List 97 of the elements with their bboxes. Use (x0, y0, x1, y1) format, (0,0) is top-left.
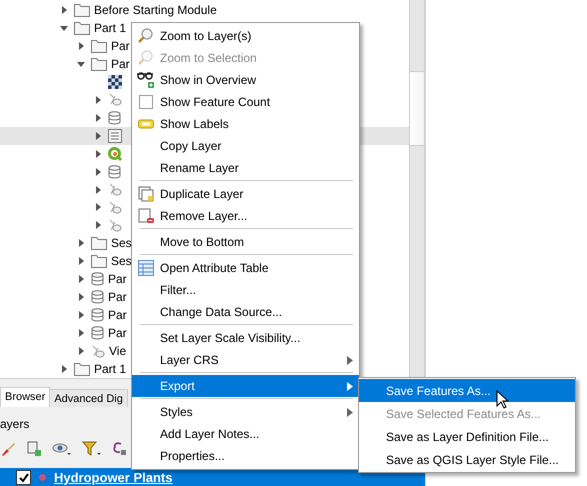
expand-arrow-icon[interactable] (77, 257, 85, 266)
database-icon (108, 164, 121, 179)
expand-arrow-icon[interactable] (77, 347, 85, 356)
layer-row[interactable]: Hydropower Plants (0, 468, 425, 486)
tree-item-label[interactable]: Par (111, 38, 130, 53)
expand-arrow-icon[interactable] (77, 42, 85, 50)
glasses-icon (137, 72, 155, 88)
submenu-arrow-icon (347, 356, 353, 364)
tree-item-label[interactable]: Par (111, 56, 130, 71)
tree-item-label[interactable]: Par (108, 272, 127, 286)
vector-icon (108, 182, 122, 197)
expand-arrow-icon[interactable] (94, 114, 102, 122)
menu-item[interactable]: Save as QGIS Layer Style File... (359, 448, 575, 471)
expand-arrow-icon[interactable] (94, 168, 102, 176)
menu-item[interactable]: Save as Layer Definition File... (359, 425, 575, 448)
menu-item[interactable]: Set Layer Scale Visibility... (132, 327, 359, 349)
database-icon (91, 290, 104, 304)
label-icon (138, 119, 154, 129)
mouse-cursor-icon (496, 390, 509, 409)
paintbrush-icon[interactable] (0, 441, 16, 457)
submenu-arrow-icon (347, 382, 353, 390)
expand-arrow-icon[interactable] (77, 239, 85, 248)
layer-name[interactable]: Hydropower Plants (54, 470, 172, 485)
table-icon (108, 128, 122, 143)
magnifier-icon (138, 50, 154, 66)
expand-arrow-icon[interactable] (77, 311, 85, 320)
tree-item-label[interactable]: Ses (111, 236, 132, 250)
filter-icon[interactable] (82, 441, 102, 457)
menu-item[interactable]: Change Data Source... (132, 301, 359, 323)
tree-item-label[interactable]: Ses (111, 254, 132, 268)
tree-item-label[interactable]: Par (108, 290, 127, 304)
panel-title: ayers (0, 417, 30, 431)
folder-icon (74, 20, 90, 35)
tree-item-label[interactable]: Vie (109, 344, 126, 358)
folder-icon (91, 56, 107, 71)
expand-arrow-icon[interactable] (94, 132, 102, 140)
database-icon (91, 308, 104, 322)
expand-arrow-icon[interactable] (94, 203, 102, 212)
menu-item[interactable]: Properties... (132, 445, 359, 467)
menu-item[interactable]: Layer CRS (132, 349, 359, 371)
expand-arrow-icon[interactable] (94, 150, 102, 158)
collapse-arrow-icon[interactable] (77, 60, 85, 68)
qgis-icon (108, 146, 122, 161)
expand-arrow-icon[interactable] (77, 293, 85, 302)
vector-icon (91, 344, 105, 359)
add-group-icon[interactable] (26, 441, 42, 457)
remove-layer-icon (138, 208, 154, 224)
menu-item[interactable]: Move to Bottom (132, 231, 359, 253)
dock-tab[interactable]: Advanced Dig (49, 389, 128, 407)
folder-icon (91, 38, 107, 53)
menu-item[interactable]: Duplicate Layer (132, 183, 359, 205)
menu-item[interactable]: Rename Layer (132, 157, 359, 179)
expand-arrow-icon[interactable] (60, 365, 68, 374)
database-icon (91, 272, 104, 286)
collapse-arrow-icon[interactable] (60, 24, 68, 32)
expand-arrow-icon[interactable] (94, 96, 102, 104)
menu-item[interactable]: Show Labels (132, 113, 359, 135)
tree-item-label[interactable]: Part 1 (94, 20, 126, 35)
menu-item[interactable]: Save Features As... (359, 379, 575, 402)
scrollbar[interactable] (409, 0, 425, 378)
database-icon (108, 110, 121, 125)
menu-item[interactable]: Show Feature Count (132, 91, 359, 113)
tree-item-label[interactable]: Par (108, 326, 127, 340)
vector-icon (108, 200, 122, 215)
layer-checkbox[interactable] (16, 470, 31, 485)
expand-arrow-icon[interactable] (77, 275, 85, 284)
menu-item[interactable]: Filter... (132, 279, 359, 301)
magnifier-icon (138, 28, 154, 44)
menu-item[interactable]: Copy Layer (132, 135, 359, 157)
tree-item-label[interactable]: Par (108, 308, 127, 322)
dock-tab[interactable]: Browser (0, 387, 50, 407)
vector-icon (108, 92, 122, 108)
checkbox[interactable] (139, 95, 153, 109)
menu-item[interactable]: Add Layer Notes... (132, 423, 359, 445)
folder-icon (91, 236, 107, 250)
raster-icon (108, 74, 122, 89)
menu-item[interactable]: Zoom to Layer(s) (132, 25, 359, 47)
eye-icon[interactable] (52, 441, 72, 457)
menu-item[interactable]: Styles (132, 401, 359, 423)
scrollbar-thumb[interactable] (410, 71, 424, 146)
menu-item[interactable]: Open Attribute Table (132, 257, 359, 279)
tree-item-label[interactable]: Before Starting Module (94, 2, 217, 17)
menu-item[interactable]: Export (132, 375, 359, 397)
menu-item[interactable]: Remove Layer... (132, 205, 359, 227)
tree-item-label[interactable]: Part 1 (94, 362, 126, 376)
vector-icon (108, 218, 122, 233)
expand-arrow-icon[interactable] (94, 186, 102, 194)
folder-icon (74, 2, 90, 17)
submenu-arrow-icon (347, 408, 353, 416)
expand-arrow-icon[interactable] (77, 329, 85, 338)
database-icon (91, 326, 104, 340)
menu-item[interactable]: Show in Overview (132, 69, 359, 91)
expand-arrow-icon[interactable] (60, 6, 68, 14)
duplicate-icon (138, 186, 154, 202)
expand-arrow-icon[interactable] (94, 221, 102, 230)
folder-icon (91, 254, 107, 268)
attribute-table-icon (138, 260, 154, 276)
